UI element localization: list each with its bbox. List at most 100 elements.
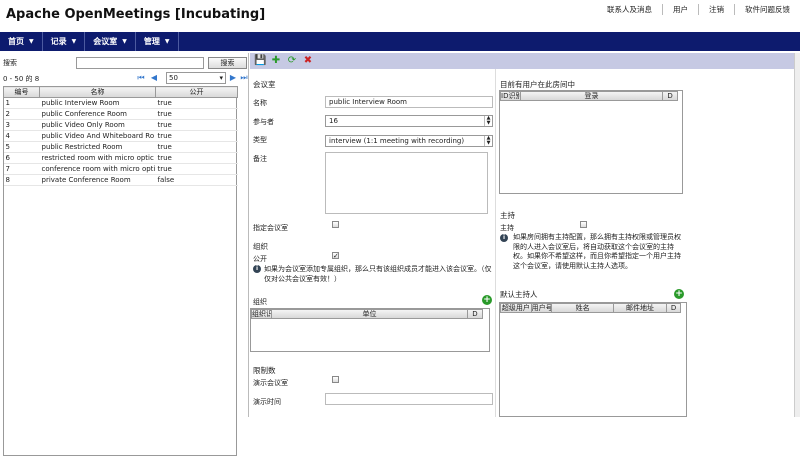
- appointment-checkbox[interactable]: [332, 221, 339, 228]
- col-id[interactable]: 编号: [3, 86, 40, 98]
- participants-select[interactable]: 16 ▲ ▼: [325, 115, 493, 127]
- table-row[interactable]: 1 public Interview Room true: [3, 97, 238, 109]
- table-cell: public Video Only Room: [39, 119, 156, 131]
- add-icon[interactable]: ✚: [270, 55, 282, 67]
- table-row[interactable]: 8 private Conference Room false: [3, 174, 238, 186]
- comment-textarea[interactable]: [325, 152, 488, 214]
- refresh-icon[interactable]: ⟳: [286, 55, 298, 67]
- col-org-d[interactable]: D: [468, 310, 482, 318]
- col-user-d[interactable]: D: [663, 92, 677, 100]
- name-field[interactable]: public Interview Room: [325, 96, 493, 108]
- moderator-label: 主持: [500, 224, 514, 232]
- record-count: 0 - 50 的 8: [3, 75, 40, 83]
- table-cell: 2: [3, 108, 40, 120]
- table-row[interactable]: 7 conference room with micro opti true: [3, 163, 238, 175]
- room-section-title: 会议室: [253, 80, 276, 89]
- page-scrollbar[interactable]: [794, 53, 800, 417]
- room-type-value: interview (1:1 meeting with recording): [329, 137, 465, 145]
- col-login[interactable]: 登录: [521, 92, 664, 100]
- public-note: 如果为会议室添加专属组织，那么只有该组织成员才能进入该会议室。（仅仅对公共会议室…: [264, 265, 492, 283]
- table-cell: 5: [3, 141, 40, 153]
- page-size-select[interactable]: 50 ▾: [166, 72, 226, 84]
- col-email[interactable]: 邮件地址: [614, 304, 668, 312]
- delete-icon[interactable]: ✖: [302, 55, 314, 67]
- chevron-down-icon: ▼: [71, 38, 77, 45]
- nav-home[interactable]: 首页 ▼: [0, 32, 43, 51]
- info-icon: i: [253, 265, 261, 273]
- nav-rooms-label: 会议室: [93, 37, 118, 46]
- add-moderator-icon[interactable]: +: [674, 289, 684, 299]
- search-row: 搜索 搜索: [3, 57, 248, 69]
- current-users-grid: [499, 90, 683, 194]
- toolbar: 💾 ✚ ⟳ ✖: [250, 53, 800, 69]
- table-cell: 6: [3, 152, 40, 164]
- save-icon[interactable]: 💾: [254, 55, 266, 67]
- chevron-updown-icon: ▲ ▼: [484, 116, 492, 126]
- nav-home-label: 首页: [8, 37, 24, 46]
- demo-time-label: 演示时间: [253, 398, 281, 406]
- nav-rooms[interactable]: 会议室 ▼: [85, 32, 136, 51]
- current-users-header: ID识别 登录 D: [500, 91, 678, 101]
- moderator-checkbox[interactable]: [580, 221, 587, 228]
- table-cell: restricted room with micro optic: [39, 152, 156, 164]
- appointment-label: 指定会议室: [253, 224, 288, 232]
- search-label: 搜索: [3, 59, 17, 67]
- chevron-down-icon: ▼: [122, 38, 127, 45]
- search-input[interactable]: [76, 57, 204, 69]
- user-link[interactable]: 用户: [662, 4, 698, 15]
- chevron-down-icon: ▾: [219, 74, 223, 82]
- table-cell: 3: [3, 119, 40, 131]
- room-grid: 编号 名称 公开 1 public Interview Room true 2 publ…: [3, 86, 238, 186]
- nav-admin[interactable]: 管理 ▼: [136, 32, 179, 51]
- table-row[interactable]: 2 public Conference Room true: [3, 108, 238, 120]
- contacts-messages-link[interactable]: 联系人及消息: [597, 4, 662, 15]
- logout-link[interactable]: 注销: [698, 4, 734, 15]
- next-page-icon[interactable]: ▶: [228, 72, 238, 84]
- col-name[interactable]: 名称: [39, 86, 156, 98]
- table-row[interactable]: 5 public Restricted Room true: [3, 141, 238, 153]
- last-page-icon[interactable]: ⏭: [239, 72, 249, 84]
- col-name[interactable]: 姓名: [552, 304, 614, 312]
- table-row[interactable]: 6 restricted room with micro optic true: [3, 152, 238, 164]
- col-public[interactable]: 公开: [155, 86, 238, 98]
- comment-label: 备注: [253, 155, 267, 163]
- table-cell: true: [155, 163, 238, 175]
- top-links: 联系人及消息 用户 注销 软件问题反馈: [597, 4, 800, 15]
- bug-report-link[interactable]: 软件问题反馈: [734, 4, 800, 15]
- chevron-down-icon: ▼: [29, 38, 34, 45]
- page-size-value: 50: [169, 74, 178, 82]
- column-divider: [495, 69, 496, 417]
- col-mod-d[interactable]: D: [667, 304, 680, 312]
- nav-recordings[interactable]: 记录 ▼: [43, 32, 86, 51]
- public-label: 公开: [253, 255, 267, 263]
- demo-room-checkbox[interactable]: [332, 376, 339, 383]
- limits-section-title: 限制数: [253, 366, 276, 375]
- org-grid-header: 组织识别 单位 D: [251, 309, 483, 319]
- col-super-user[interactable]: 超级用户: [501, 304, 532, 312]
- col-user-id[interactable]: ID识别: [501, 92, 521, 100]
- default-moderator-header: 超级用户 用户号 姓名 邮件地址 D: [500, 303, 681, 313]
- col-user-no[interactable]: 用户号: [532, 304, 553, 312]
- demo-time-field[interactable]: [325, 393, 493, 405]
- table-cell: true: [155, 119, 238, 131]
- col-org-unit[interactable]: 单位: [272, 310, 468, 318]
- first-page-icon[interactable]: ⏮: [136, 72, 146, 84]
- table-cell: 7: [3, 163, 40, 175]
- table-cell: true: [155, 97, 238, 109]
- default-moderator-title: 默认主持人: [500, 290, 538, 299]
- table-row[interactable]: 3 public Video Only Room true: [3, 119, 238, 131]
- table-row[interactable]: 4 public Video And Whiteboard Ro true: [3, 130, 238, 142]
- search-button[interactable]: 搜索: [208, 57, 247, 69]
- room-type-select[interactable]: interview (1:1 meeting with recording) ▲ ▼: [325, 135, 493, 147]
- type-label: 类型: [253, 136, 267, 144]
- default-moderator-grid: [499, 302, 687, 417]
- chevron-down-icon: ▼: [164, 38, 170, 45]
- add-org-icon[interactable]: +: [482, 295, 492, 305]
- prev-page-icon[interactable]: ◀: [149, 72, 159, 84]
- public-checkbox[interactable]: ✓: [332, 252, 339, 260]
- table-cell: true: [155, 141, 238, 153]
- col-org-id[interactable]: 组织识别: [252, 310, 272, 318]
- table-cell: private Conference Room: [39, 174, 156, 186]
- org-label: 组织: [253, 298, 267, 306]
- table-cell: public Restricted Room: [39, 141, 156, 153]
